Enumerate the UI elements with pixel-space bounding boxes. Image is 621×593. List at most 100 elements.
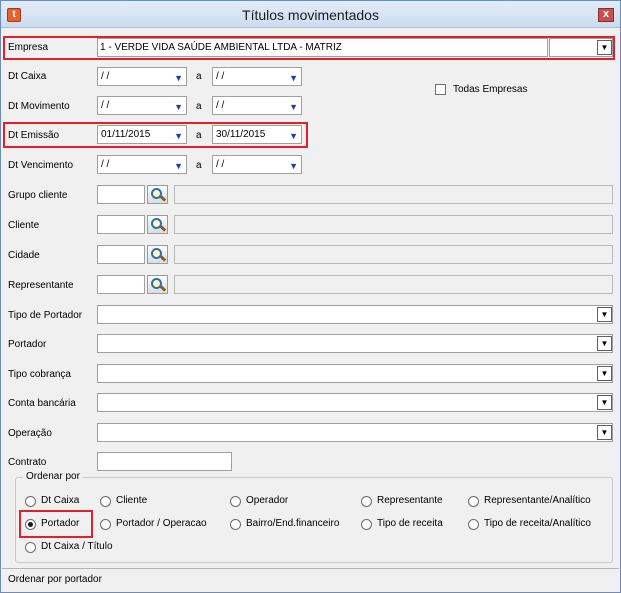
chevron-down-icon[interactable]: ▼ <box>174 158 183 175</box>
radio-bairro-end-financeiro-label[interactable]: Bairro/End.financeiro <box>246 518 339 529</box>
radio-representante[interactable] <box>361 496 372 507</box>
title-bar: t Títulos movimentados x <box>1 1 620 28</box>
dt-caixa-from-value: / / <box>101 71 110 82</box>
conta-bancaria-combo[interactable] <box>97 393 613 412</box>
portador-dropdown-button[interactable]: ▼ <box>597 336 612 351</box>
conta-bancaria-label: Conta bancária <box>8 398 76 409</box>
radio-portador-operacao-label[interactable]: Portador / Operacao <box>116 518 207 529</box>
radio-portador-label[interactable]: Portador <box>41 518 79 529</box>
dt-vencimento-label: Dt Vencimento <box>8 160 74 171</box>
cidade-code-input[interactable] <box>97 245 145 264</box>
representante-search-button[interactable] <box>147 275 168 294</box>
chevron-down-icon[interactable]: ▼ <box>289 128 298 145</box>
dt-emissao-label: Dt Emissão <box>8 130 60 141</box>
cliente-description <box>174 215 613 234</box>
radio-operador[interactable] <box>230 496 241 507</box>
radio-cliente-label[interactable]: Cliente <box>116 495 147 506</box>
operacao-dropdown-button[interactable]: ▼ <box>597 425 612 440</box>
representante-label: Representante <box>8 280 74 291</box>
dt-emissao-to[interactable]: 30/11/2015 ▼ <box>212 125 302 144</box>
chevron-down-icon: ▼ <box>600 369 609 378</box>
radio-portador-operacao[interactable] <box>100 519 111 530</box>
cidade-label: Cidade <box>8 250 40 261</box>
tipo-portador-combo[interactable] <box>97 305 613 324</box>
radio-cliente[interactable] <box>100 496 111 507</box>
status-bar: Ordenar por portador <box>2 568 619 592</box>
cliente-search-button[interactable] <box>147 215 168 234</box>
empresa-dropdown-button[interactable]: ▼ <box>597 40 612 55</box>
chevron-down-icon[interactable]: ▼ <box>174 128 183 145</box>
chevron-down-icon[interactable]: ▼ <box>289 99 298 116</box>
grupo-cliente-description <box>174 185 613 204</box>
todas-empresas-checkbox[interactable] <box>435 84 446 95</box>
dt-vencimento-from-value: / / <box>101 159 110 170</box>
radio-tipo-receita-label[interactable]: Tipo de receita <box>377 518 443 529</box>
chevron-down-icon: ▼ <box>600 310 609 319</box>
magnifier-handle <box>159 255 167 262</box>
radio-bairro-end-financeiro[interactable] <box>230 519 241 530</box>
radio-dt-caixa-label[interactable]: Dt Caixa <box>41 495 79 506</box>
dt-caixa-to-value: / / <box>216 71 225 82</box>
close-button[interactable]: x <box>598 8 614 22</box>
chevron-down-icon[interactable]: ▼ <box>289 158 298 175</box>
conta-bancaria-dropdown-button[interactable]: ▼ <box>597 395 612 410</box>
dt-movimento-to[interactable]: / / ▼ <box>212 96 302 115</box>
magnifier-handle <box>159 285 167 292</box>
tipo-cobranca-dropdown-button[interactable]: ▼ <box>597 366 612 381</box>
dt-caixa-to[interactable]: / / ▼ <box>212 67 302 86</box>
cliente-label: Cliente <box>8 220 40 231</box>
portador-label: Portador <box>8 339 47 350</box>
radio-dt-caixa[interactable] <box>25 496 36 507</box>
dt-vencimento-to[interactable]: / / ▼ <box>212 155 302 174</box>
dt-emissao-from[interactable]: 01/11/2015 ▼ <box>97 125 187 144</box>
tipo-portador-dropdown-button[interactable]: ▼ <box>597 307 612 322</box>
dt-movimento-separator: a <box>196 101 202 112</box>
radio-dt-caixa-titulo[interactable] <box>25 542 36 553</box>
todas-empresas-label: Todas Empresas <box>453 84 528 95</box>
radio-tipo-receita-analitico[interactable] <box>468 519 479 530</box>
chevron-down-icon[interactable]: ▼ <box>289 70 298 87</box>
ordenar-legend: Ordenar por <box>23 471 83 482</box>
radio-tipo-receita-analitico-label[interactable]: Tipo de receita/Analítico <box>484 518 591 529</box>
radio-dt-caixa-titulo-label[interactable]: Dt Caixa / Título <box>41 541 113 552</box>
dt-vencimento-from[interactable]: / / ▼ <box>97 155 187 174</box>
chevron-down-icon: ▼ <box>600 339 609 348</box>
tipo-cobranca-label: Tipo cobrança <box>8 369 71 380</box>
dt-emissao-to-value: 30/11/2015 <box>216 129 266 140</box>
operacao-label: Operação <box>8 428 52 439</box>
chevron-down-icon[interactable]: ▼ <box>174 70 183 87</box>
chevron-down-icon: ▼ <box>600 428 609 437</box>
contrato-input[interactable] <box>97 452 232 471</box>
dt-caixa-separator: a <box>196 71 202 82</box>
dt-movimento-from-value: / / <box>101 100 110 111</box>
dt-movimento-from[interactable]: / / ▼ <box>97 96 187 115</box>
cidade-search-button[interactable] <box>147 245 168 264</box>
dt-movimento-label: Dt Movimento <box>8 101 70 112</box>
radio-operador-label[interactable]: Operador <box>246 495 288 506</box>
grupo-cliente-search-button[interactable] <box>147 185 168 204</box>
dt-caixa-from[interactable]: / / ▼ <box>97 67 187 86</box>
magnifier-handle <box>159 225 167 232</box>
portador-combo[interactable] <box>97 334 613 353</box>
tipo-portador-label: Tipo de Portador <box>8 310 83 321</box>
window-title: Títulos movimentados <box>242 7 379 23</box>
radio-representante-analitico-label[interactable]: Representante/Analítico <box>484 495 591 506</box>
radio-portador[interactable] <box>25 519 36 530</box>
radio-tipo-receita[interactable] <box>361 519 372 530</box>
chevron-down-icon: ▼ <box>600 398 609 407</box>
representante-code-input[interactable] <box>97 275 145 294</box>
cidade-description <box>174 245 613 264</box>
cliente-code-input[interactable] <box>97 215 145 234</box>
operacao-combo[interactable] <box>97 423 613 442</box>
dt-emissao-separator: a <box>196 130 202 141</box>
representante-description <box>174 275 613 294</box>
radio-representante-analitico[interactable] <box>468 496 479 507</box>
tipo-cobranca-combo[interactable] <box>97 364 613 383</box>
chevron-down-icon[interactable]: ▼ <box>174 99 183 116</box>
dt-caixa-label: Dt Caixa <box>8 71 47 82</box>
radio-representante-label[interactable]: Representante <box>377 495 443 506</box>
empresa-combo[interactable]: 1 - VERDE VIDA SAÚDE AMBIENTAL LTDA - MA… <box>97 38 548 57</box>
status-text: Ordenar por portador <box>8 574 102 585</box>
grupo-cliente-code-input[interactable] <box>97 185 145 204</box>
dt-vencimento-to-value: / / <box>216 159 225 170</box>
